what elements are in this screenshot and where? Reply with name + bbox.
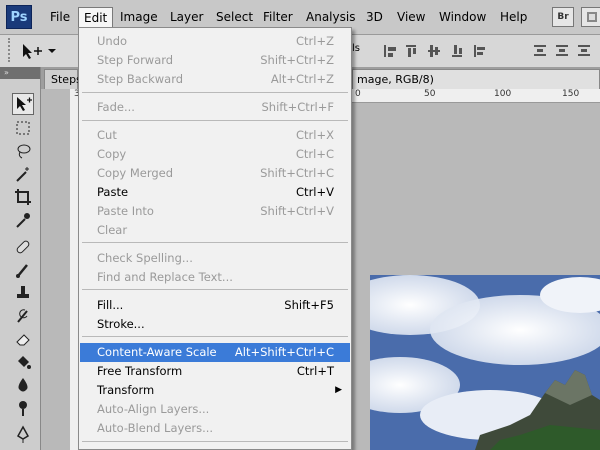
submenu-arrow-icon: ▶ xyxy=(335,385,342,395)
paint-bucket-tool-button[interactable] xyxy=(12,352,34,374)
lasso-tool-button[interactable] xyxy=(12,141,34,163)
dodge-icon xyxy=(19,401,27,416)
menu-separator xyxy=(82,441,348,442)
menu-item-copy-merged[interactable]: Copy Merged Shift+Ctrl+C xyxy=(80,164,350,183)
menu-item-paste-into[interactable]: Paste Into Shift+Ctrl+V xyxy=(80,202,350,221)
menu-edit[interactable]: Edit xyxy=(78,7,114,29)
menu-3d[interactable]: 3D xyxy=(360,7,389,27)
menu-item-paste[interactable]: Paste Ctrl+V xyxy=(80,183,350,202)
marquee-tool-button[interactable] xyxy=(12,118,34,140)
eraser-tool-button[interactable] xyxy=(12,329,34,351)
document-tab-steps[interactable]: Steps xyxy=(44,69,82,89)
history-brush-icon xyxy=(17,309,28,323)
ruler-tick: 50 xyxy=(424,89,436,99)
menu-item-fill[interactable]: Fill... Shift+F5 xyxy=(80,296,350,315)
align-icons xyxy=(384,45,485,57)
distribute-icons xyxy=(534,45,590,56)
eyedropper-tool-button[interactable] xyxy=(12,210,34,232)
align-buttons[interactable] xyxy=(380,42,490,60)
blur-tool-button[interactable] xyxy=(12,375,34,397)
magic-wand-icon xyxy=(16,167,29,182)
menu-filter[interactable]: Filter xyxy=(257,7,299,27)
menu-file[interactable]: File xyxy=(44,7,76,27)
menu-layer[interactable]: Layer xyxy=(164,7,209,27)
clone-stamp-icon xyxy=(17,286,29,298)
move-tool-icon xyxy=(17,97,32,111)
menu-window[interactable]: Window xyxy=(433,7,492,27)
dodge-tool-button[interactable] xyxy=(12,398,34,420)
menu-item-find-replace[interactable]: Find and Replace Text... xyxy=(80,268,350,287)
edit-menu-dropdown: Undo Ctrl+Z Step Forward Shift+Ctrl+Z Step… xyxy=(78,27,352,450)
marquee-icon xyxy=(16,121,30,135)
menu-item-cut[interactable]: Cut Ctrl+X xyxy=(80,126,350,145)
ruler-tick: 0 xyxy=(355,89,361,99)
paint-bucket-icon xyxy=(18,356,31,369)
menu-help[interactable]: Help xyxy=(494,7,533,27)
eraser-icon xyxy=(16,334,30,346)
options-grip[interactable] xyxy=(8,38,16,62)
pen-icon xyxy=(16,425,30,443)
menu-separator xyxy=(82,242,348,243)
ruler-tick: 150 xyxy=(562,89,580,99)
canvas-photo[interactable] xyxy=(370,275,600,450)
history-brush-tool-button[interactable] xyxy=(12,306,34,328)
move-tool-icon xyxy=(23,44,56,59)
brush-tool-button[interactable] xyxy=(12,260,34,282)
blur-drop-icon xyxy=(18,378,28,392)
ruler-tick: 100 xyxy=(494,89,512,99)
menu-select[interactable]: Select xyxy=(210,7,259,27)
photoshop-logo[interactable]: Ps xyxy=(6,5,32,29)
bridge-button[interactable]: Br xyxy=(552,7,574,27)
pen-tool-button[interactable] xyxy=(12,424,34,446)
document-tab-active[interactable]: mage, RGB/8) xyxy=(352,69,600,89)
menu-separator xyxy=(82,92,348,93)
menu-item-step-forward[interactable]: Step Forward Shift+Ctrl+Z xyxy=(80,51,350,70)
menu-item-check-spelling[interactable]: Check Spelling... xyxy=(80,249,350,268)
menu-item-free-transform[interactable]: Free Transform Ctrl+T xyxy=(80,362,350,381)
clone-stamp-tool-button[interactable] xyxy=(12,283,34,305)
tool-preset-picker[interactable] xyxy=(20,42,60,60)
tools-panel-collapse[interactable]: » xyxy=(0,67,40,79)
menu-item-undo[interactable]: Undo Ctrl+Z xyxy=(80,32,350,51)
landscape-image xyxy=(370,275,600,450)
menu-item-auto-blend-layers[interactable]: Auto-Blend Layers... xyxy=(80,419,350,438)
menu-item-copy[interactable]: Copy Ctrl+C xyxy=(80,145,350,164)
healing-brush-tool-button[interactable] xyxy=(12,237,34,259)
menu-item-transform[interactable]: Transform ▶ xyxy=(80,381,350,400)
crop-tool-button[interactable] xyxy=(12,187,34,209)
menu-item-fade[interactable]: Fade... Shift+Ctrl+F xyxy=(80,98,350,117)
menu-item-step-backward[interactable]: Step Backward Alt+Ctrl+Z xyxy=(80,70,350,89)
menu-separator xyxy=(82,120,348,121)
crop-icon xyxy=(15,189,31,205)
magic-wand-tool-button[interactable] xyxy=(12,164,34,186)
lasso-icon xyxy=(17,144,31,159)
menu-separator xyxy=(82,336,348,337)
menu-separator xyxy=(82,289,348,290)
brush-icon xyxy=(16,264,28,278)
menu-item-content-aware-scale[interactable]: Content-Aware Scale Alt+Shift+Ctrl+C xyxy=(80,343,350,362)
distribute-buttons[interactable] xyxy=(528,42,598,60)
menu-item-clear[interactable]: Clear xyxy=(80,221,350,240)
menu-view[interactable]: View xyxy=(391,7,431,27)
move-tool-button[interactable] xyxy=(12,93,34,115)
menu-image[interactable]: Image xyxy=(114,7,164,27)
show-transform-controls-icon[interactable]: ls xyxy=(352,43,364,57)
menu-item-auto-align-layers[interactable]: Auto-Align Layers... xyxy=(80,400,350,419)
mini-bridge-icon xyxy=(587,12,597,22)
eyedropper-icon xyxy=(16,213,30,228)
healing-brush-icon xyxy=(16,240,30,254)
menu-item-stroke[interactable]: Stroke... xyxy=(80,315,350,334)
menu-analysis[interactable]: Analysis xyxy=(300,7,361,27)
mini-bridge-button[interactable] xyxy=(581,7,600,27)
